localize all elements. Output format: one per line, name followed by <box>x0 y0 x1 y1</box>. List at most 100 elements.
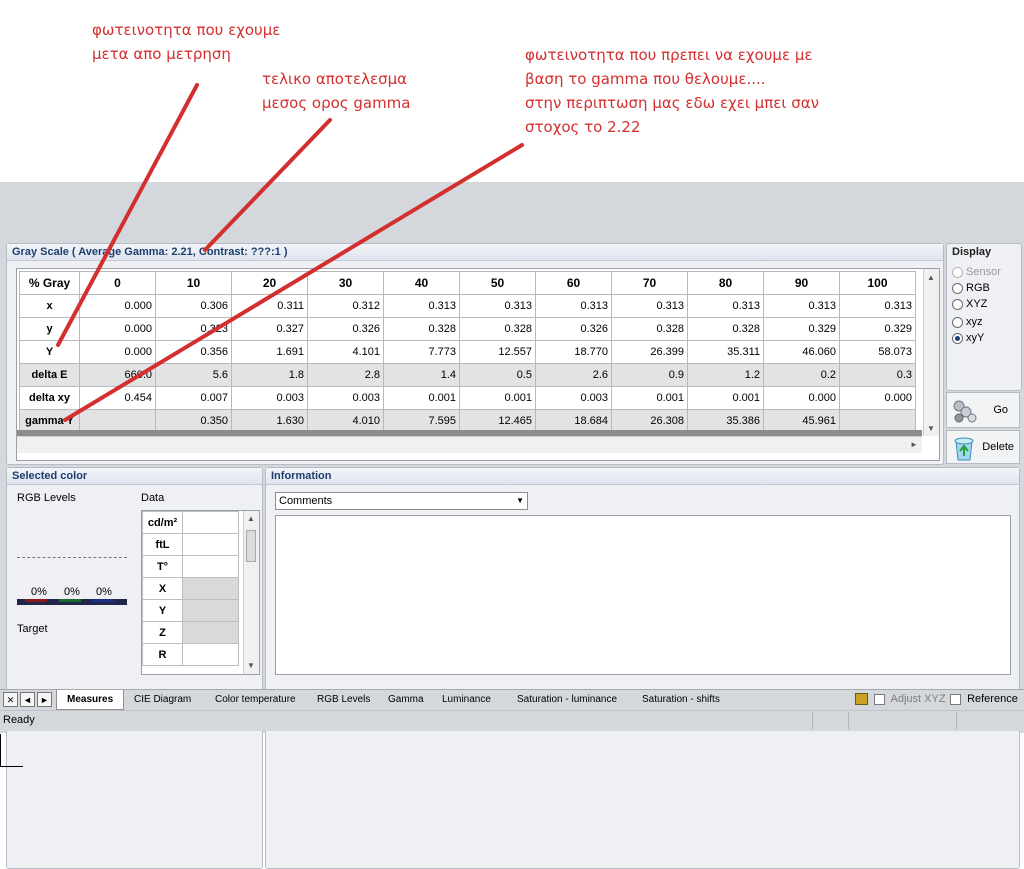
table-cell[interactable]: 0.328 <box>459 317 536 341</box>
table-cell[interactable]: 0.003 <box>535 386 612 410</box>
table-cell[interactable]: 0.327 <box>231 317 308 341</box>
table-cell[interactable]: 0.311 <box>231 294 308 318</box>
radio-rgb[interactable]: RGB <box>952 280 990 296</box>
table-cell[interactable]: 0.328 <box>611 317 688 341</box>
column-header[interactable]: 40 <box>383 271 460 295</box>
table-cell[interactable]: 0.001 <box>687 386 764 410</box>
scroll-thumb[interactable] <box>246 530 256 562</box>
tab-saturation-shifts[interactable]: Saturation - shifts <box>632 690 730 709</box>
adjust-xyz-toggle[interactable]: Adjust XYZ <box>855 693 946 706</box>
table-cell[interactable]: 0.003 <box>307 386 384 410</box>
table-row-delta-e[interactable]: delta E 660.0 5.6 1.8 2.8 1.4 0.5 2.6 0.… <box>19 363 916 387</box>
data-cell[interactable] <box>182 533 239 556</box>
tab-rgb-levels[interactable]: RGB Levels <box>307 690 380 709</box>
data-row[interactable]: R <box>142 643 239 666</box>
table-cell[interactable]: 58.073 <box>839 340 916 364</box>
go-button[interactable]: Go <box>946 392 1020 428</box>
chevron-down-icon[interactable]: ▼ <box>516 493 524 509</box>
table-cell[interactable]: 660.0 <box>79 363 156 387</box>
data-row[interactable]: Y <box>142 599 239 622</box>
data-cell[interactable] <box>182 555 239 578</box>
table-cell[interactable]: 2.6 <box>535 363 612 387</box>
tab-measures[interactable]: Measures <box>56 690 125 710</box>
table-cell[interactable]: 26.399 <box>611 340 688 364</box>
table-cell[interactable]: 1.2 <box>687 363 764 387</box>
tab-cie-diagram[interactable]: CIE Diagram <box>124 690 201 709</box>
reference-checkbox[interactable] <box>950 693 961 705</box>
table-cell[interactable]: 0.326 <box>535 317 612 341</box>
delete-button[interactable]: Delete <box>946 430 1020 464</box>
table-cell[interactable]: 1.691 <box>231 340 308 364</box>
table-cell[interactable]: 0.000 <box>79 340 156 364</box>
table-cell[interactable]: 0.007 <box>155 386 232 410</box>
data-cell[interactable] <box>182 643 239 666</box>
table-cell[interactable]: 18.770 <box>535 340 612 364</box>
column-header[interactable]: 100 <box>839 271 916 295</box>
column-header[interactable]: 60 <box>535 271 612 295</box>
tab-next-icon[interactable]: ► <box>37 692 52 707</box>
table-cell[interactable]: 35.311 <box>687 340 764 364</box>
table-cell[interactable]: 1.8 <box>231 363 308 387</box>
table-cell[interactable]: 0.000 <box>763 386 840 410</box>
table-row-luminance[interactable]: Y 0.000 0.356 1.691 4.101 7.773 12.557 1… <box>19 340 916 364</box>
table-cell[interactable]: 0.313 <box>611 294 688 318</box>
column-header[interactable]: 0 <box>79 271 156 295</box>
scroll-down-arrow-icon[interactable]: ▼ <box>245 661 257 670</box>
table-cell[interactable]: 0.001 <box>611 386 688 410</box>
data-row[interactable]: cd/m² <box>142 511 239 534</box>
tab-gamma[interactable]: Gamma <box>378 690 434 709</box>
radio-sensor[interactable]: Sensor <box>952 264 1001 280</box>
radio-xyy[interactable]: xyY <box>952 330 984 346</box>
table-cell[interactable]: 0.001 <box>383 386 460 410</box>
data-cell[interactable] <box>182 599 239 622</box>
table-cell[interactable]: 4.101 <box>307 340 384 364</box>
scroll-up-arrow-icon[interactable]: ▲ <box>245 514 257 523</box>
data-table-scrollbar[interactable]: ▲ ▼ <box>243 511 259 674</box>
data-row[interactable]: T° <box>142 555 239 578</box>
table-cell[interactable]: 0.9 <box>611 363 688 387</box>
column-header[interactable]: % Gray <box>19 271 80 295</box>
table-cell[interactable]: 0.000 <box>79 317 156 341</box>
table-cell[interactable]: 0.000 <box>79 294 156 318</box>
data-cell[interactable] <box>182 577 239 600</box>
table-cell[interactable]: 0.313 <box>687 294 764 318</box>
column-header[interactable]: 90 <box>763 271 840 295</box>
comments-dropdown[interactable]: Comments ▼ <box>275 492 528 510</box>
table-cell[interactable]: 0.003 <box>231 386 308 410</box>
table-cell[interactable]: 1.4 <box>383 363 460 387</box>
table-cell[interactable]: 0.329 <box>839 317 916 341</box>
scroll-right-arrow-icon[interactable]: ► <box>908 440 920 449</box>
table-cell[interactable]: 0.326 <box>307 317 384 341</box>
data-cell[interactable] <box>182 511 239 534</box>
table-cell[interactable]: 2.8 <box>307 363 384 387</box>
table-row-x[interactable]: x 0.000 0.306 0.311 0.312 0.313 0.313 0.… <box>19 294 916 318</box>
table-cell[interactable]: 0.313 <box>535 294 612 318</box>
table-cell[interactable]: 0.454 <box>79 386 156 410</box>
table-cell[interactable]: 0.313 <box>383 294 460 318</box>
data-row[interactable]: ftL <box>142 533 239 556</box>
tab-saturation-luminance[interactable]: Saturation - luminance <box>507 690 627 709</box>
table-cell[interactable]: 0.2 <box>763 363 840 387</box>
data-row[interactable]: X <box>142 577 239 600</box>
table-cell[interactable]: 0.328 <box>687 317 764 341</box>
table-cell[interactable]: 0.306 <box>155 294 232 318</box>
column-header[interactable]: 30 <box>307 271 384 295</box>
horizontal-scroll-track[interactable]: ► <box>17 436 922 453</box>
table-row-y[interactable]: y 0.000 0.323 0.327 0.326 0.328 0.328 0.… <box>19 317 916 341</box>
radio-xyz-upper[interactable]: XYZ <box>952 296 987 312</box>
scroll-down-arrow-icon[interactable]: ▼ <box>925 424 937 433</box>
tab-color-temperature[interactable]: Color temperature <box>205 690 306 709</box>
radio-xyz-lower[interactable]: xyz <box>952 314 983 330</box>
comments-textarea[interactable] <box>275 515 1011 675</box>
column-header[interactable]: 80 <box>687 271 764 295</box>
table-cell[interactable]: 7.773 <box>383 340 460 364</box>
column-header[interactable]: 20 <box>231 271 308 295</box>
table-cell[interactable]: 0.3 <box>839 363 916 387</box>
table-cell[interactable]: 0.329 <box>763 317 840 341</box>
table-cell[interactable]: 0.312 <box>307 294 384 318</box>
adjust-xyz-checkbox[interactable] <box>874 693 886 705</box>
table-cell[interactable]: 0.356 <box>155 340 232 364</box>
reference-toggle[interactable]: Reference <box>950 693 1018 705</box>
table-cell[interactable]: 0.328 <box>383 317 460 341</box>
table-cell[interactable]: 5.6 <box>155 363 232 387</box>
